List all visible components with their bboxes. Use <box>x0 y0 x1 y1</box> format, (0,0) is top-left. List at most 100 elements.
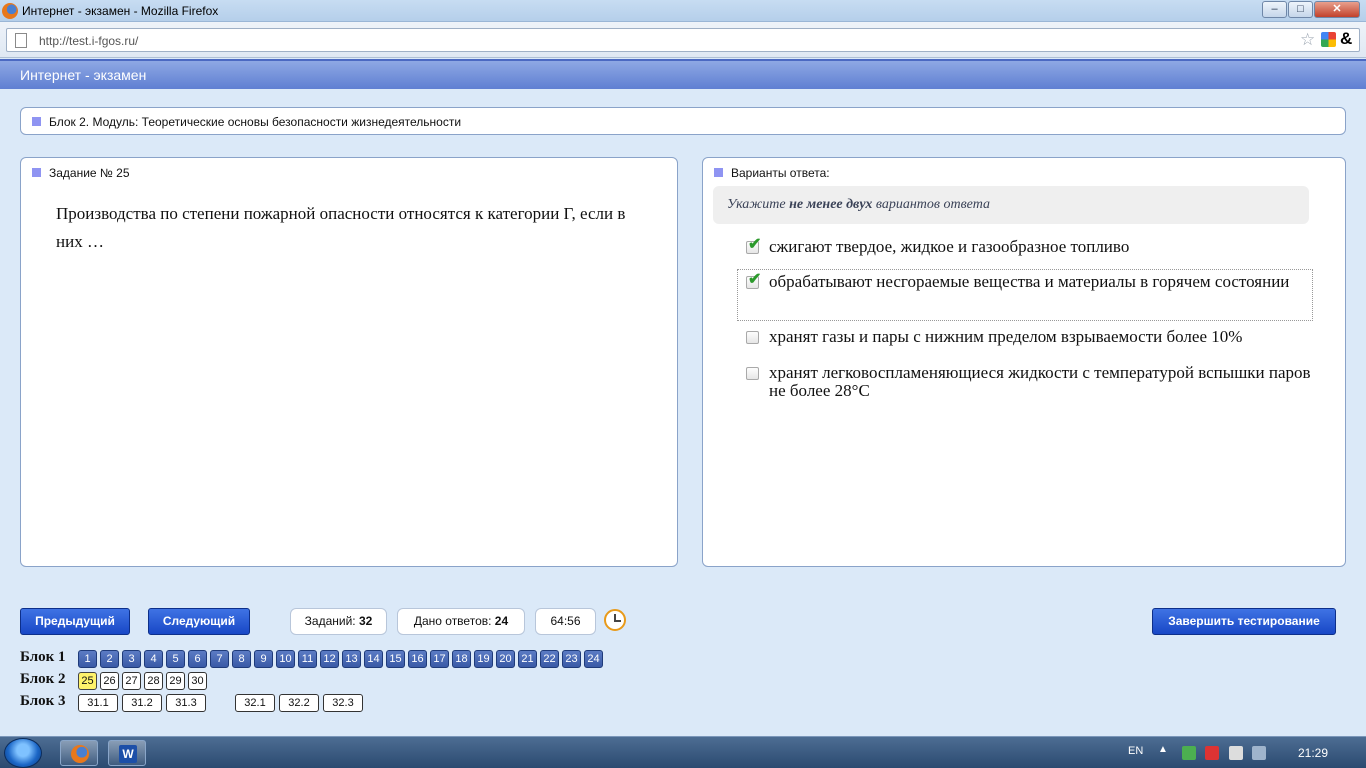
answer-option-3[interactable]: хранят газы и пары с нижним пределом взр… <box>738 328 1312 346</box>
question-button[interactable]: 18 <box>452 650 471 668</box>
bookmark-star-icon[interactable]: ☆ <box>1300 30 1315 50</box>
previous-button[interactable]: Предыдущий <box>20 608 130 635</box>
question-button[interactable]: 20 <box>496 650 515 668</box>
tray-expand-icon[interactable]: ▲ <box>1158 744 1168 755</box>
maximize-button[interactable]: □ <box>1288 1 1313 18</box>
bullet-square-icon <box>32 117 41 126</box>
checkmark-icon: ✔ <box>748 271 762 288</box>
question-button[interactable]: 7 <box>210 650 229 668</box>
answer-hint: Укажите не менее двух вариантов ответа <box>713 186 1309 224</box>
question-button[interactable]: 21 <box>518 650 537 668</box>
question-button[interactable]: 30 <box>188 672 207 690</box>
answer-option-4[interactable]: хранят легковоспламеняющиеся жидкости с … <box>738 364 1312 400</box>
page-content: Интернет - экзамен Блок 2. Модуль: Теоре… <box>0 59 1366 736</box>
address-bar[interactable]: http://test.i-fgos.ru/ ☆ & <box>6 28 1360 52</box>
question-button[interactable]: 29 <box>166 672 185 690</box>
question-button[interactable]: 17 <box>430 650 449 668</box>
block-label: Блок 3 <box>20 693 66 709</box>
next-button[interactable]: Следующий <box>148 608 250 635</box>
question-button[interactable]: 25 <box>78 672 97 690</box>
display-icon[interactable] <box>1252 746 1266 760</box>
firefox-icon <box>71 745 89 763</box>
action-center-flag-icon[interactable] <box>1205 746 1219 760</box>
question-button[interactable]: 10 <box>276 650 295 668</box>
url-text[interactable]: http://test.i-fgos.ru/ <box>39 34 138 48</box>
question-button[interactable]: 16 <box>408 650 427 668</box>
tasks-value: 32 <box>358 614 373 628</box>
question-button[interactable]: 4 <box>144 650 163 668</box>
question-button[interactable]: 31.3 <box>166 694 206 712</box>
timer: 64:56 <box>535 608 596 635</box>
google-toolbar-icon[interactable] <box>1321 32 1336 47</box>
answers-count: Дано ответов: 24 <box>397 608 525 635</box>
block-label: Блок 2 <box>20 671 66 687</box>
finish-test-button[interactable]: Завершить тестирование <box>1152 608 1336 635</box>
answer-option-2[interactable]: ✔ обрабатывают несгораемые вещества и ма… <box>737 269 1313 321</box>
question-button[interactable]: 31.2 <box>122 694 162 712</box>
hint-suffix: вариантов ответа <box>875 197 990 212</box>
question-button[interactable]: 8 <box>232 650 251 668</box>
answer-panel: Варианты ответа: Укажите не менее двух в… <box>702 157 1346 567</box>
minimize-button[interactable]: ‒ <box>1262 1 1287 18</box>
app-header: Интернет - экзамен <box>0 59 1366 89</box>
network-icon[interactable] <box>1182 746 1196 760</box>
page-icon <box>15 33 27 48</box>
block-label: Блок 1 <box>20 649 66 665</box>
start-button[interactable] <box>4 738 42 768</box>
question-button[interactable]: 14 <box>364 650 383 668</box>
question-button[interactable]: 28 <box>144 672 163 690</box>
question-button[interactable]: 12 <box>320 650 339 668</box>
answer-option-1[interactable]: ✔ сжигают твердое, жидкое и газообразное… <box>738 237 1312 256</box>
question-button[interactable]: 23 <box>562 650 581 668</box>
ampersand-addon-icon[interactable]: & <box>1340 29 1352 49</box>
block-panel: Блок 2. Модуль: Теоретические основы без… <box>20 107 1346 135</box>
answers-label: Дано ответов: <box>413 614 492 628</box>
clock[interactable]: 21:29 <box>1298 746 1328 760</box>
question-button[interactable]: 6 <box>188 650 207 668</box>
question-button[interactable]: 26 <box>100 672 119 690</box>
task-number: Задание № 25 <box>49 166 130 180</box>
hint-emphasis: не менее двух <box>789 197 873 212</box>
question-button[interactable]: 19 <box>474 650 493 668</box>
checkbox-1[interactable]: ✔ <box>746 237 761 254</box>
checkbox-3[interactable] <box>746 331 759 344</box>
question-button[interactable]: 15 <box>386 650 405 668</box>
question-button[interactable]: 27 <box>122 672 141 690</box>
answer-option-text: сжигают твердое, жидкое и газообразное т… <box>769 237 1130 256</box>
question-button[interactable]: 9 <box>254 650 273 668</box>
alarm-clock-icon <box>604 609 626 631</box>
question-button[interactable]: 32.2 <box>279 694 319 712</box>
question-button[interactable]: 3 <box>122 650 141 668</box>
taskbar-firefox[interactable] <box>60 740 98 766</box>
firefox-logo-icon <box>2 3 18 19</box>
question-button[interactable]: 22 <box>540 650 559 668</box>
answer-option-text: хранят легковоспламеняющиеся жидкости с … <box>769 363 1311 400</box>
question-button[interactable]: 31.1 <box>78 694 118 712</box>
block-title: Блок 2. Модуль: Теоретические основы без… <box>49 115 462 129</box>
answers-title: Варианты ответа: <box>731 166 830 180</box>
checkmark-icon: ✔ <box>748 236 762 253</box>
question-button[interactable]: 32.3 <box>323 694 363 712</box>
bullet-square-icon <box>714 168 723 177</box>
checkbox-4[interactable] <box>746 367 759 380</box>
checkbox-2[interactable]: ✔ <box>746 272 761 289</box>
question-button[interactable]: 1 <box>78 650 97 668</box>
question-button[interactable]: 5 <box>166 650 185 668</box>
question-button[interactable]: 32.1 <box>235 694 275 712</box>
volume-icon[interactable] <box>1229 746 1243 760</box>
question-text: Производства по степени пожарной опаснос… <box>56 204 626 251</box>
word-icon: W <box>119 745 137 763</box>
taskbar-word[interactable]: W <box>108 740 146 766</box>
answer-option-text: обрабатывают несгораемые вещества и мате… <box>769 272 1290 291</box>
question-button[interactable]: 11 <box>298 650 317 668</box>
close-window-button[interactable]: ✕ <box>1314 1 1360 18</box>
tasks-count: Заданий: 32 <box>290 608 387 635</box>
question-button[interactable]: 2 <box>100 650 119 668</box>
language-indicator[interactable]: EN <box>1128 745 1143 757</box>
windows-taskbar: W EN ▲ 21:29 <box>0 736 1366 768</box>
task-panel: Задание № 25 Производства по степени пож… <box>20 157 678 567</box>
question-button[interactable]: 13 <box>342 650 361 668</box>
question-button[interactable]: 24 <box>584 650 603 668</box>
bullet-square-icon <box>32 168 41 177</box>
app-title: Интернет - экзамен <box>20 67 147 83</box>
